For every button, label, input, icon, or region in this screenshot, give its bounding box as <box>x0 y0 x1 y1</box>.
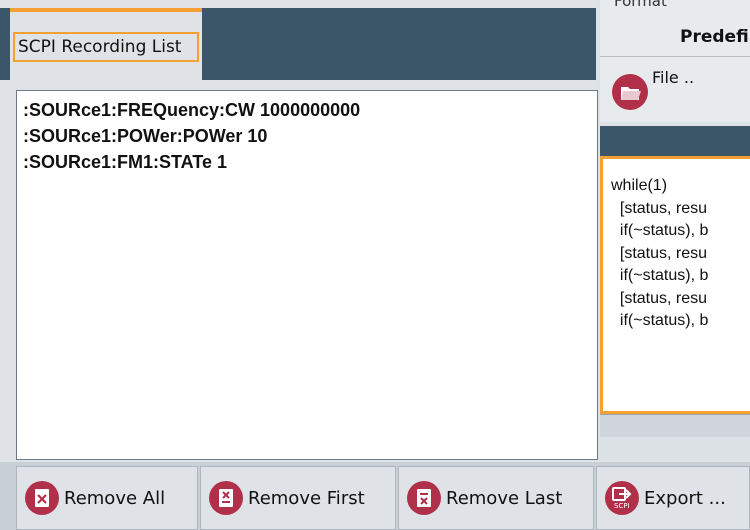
scpi-recording-list[interactable]: :SOURce1:FREQuency:CW 1000000000 :SOURce… <box>16 90 598 460</box>
remove-last-label: Remove Last <box>446 487 563 509</box>
code-preview: while(1) [status, resu if(~status), b [s… <box>600 156 750 414</box>
remove-all-icon <box>25 481 59 515</box>
format-select[interactable]: Predefi <box>680 27 749 47</box>
divider <box>600 56 750 57</box>
tab-label: SCPI Recording List <box>13 32 199 62</box>
remove-all-label: Remove All <box>64 487 166 509</box>
code-line: if(~status), b <box>611 312 709 329</box>
code-line: [status, resu <box>611 199 708 217</box>
export-button[interactable]: SCPI Export ... <box>596 466 750 530</box>
list-item[interactable]: :SOURce1:FM1:STATe 1 <box>23 149 591 175</box>
remove-first-button[interactable]: Remove First <box>200 466 396 530</box>
remove-last-button[interactable]: Remove Last <box>398 466 594 530</box>
code-header-bar <box>600 126 750 156</box>
svg-text:SCPI: SCPI <box>614 502 630 510</box>
export-scpi-icon: SCPI <box>605 481 639 515</box>
code-line: [status, resu <box>611 244 708 262</box>
remove-first-label: Remove First <box>248 487 365 509</box>
list-item[interactable]: :SOURce1:POWer:POWer 10 <box>23 123 591 149</box>
export-label: Export ... <box>644 487 726 509</box>
remove-all-button[interactable]: Remove All <box>16 466 198 530</box>
folder-icon[interactable] <box>612 74 648 110</box>
list-item[interactable]: :SOURce1:FREQuency:CW 1000000000 <box>23 97 591 123</box>
remove-first-icon <box>209 481 243 515</box>
code-line: while(1) <box>611 177 668 194</box>
horizontal-scrollbar[interactable] <box>600 414 750 437</box>
code-line: if(~status), b <box>611 222 709 239</box>
remove-last-icon <box>407 481 441 515</box>
code-line: if(~status), b <box>611 267 709 284</box>
file-button-label[interactable]: File .. <box>652 68 694 87</box>
format-label: Format <box>614 0 667 10</box>
code-line: [status, resu <box>611 289 708 307</box>
tab-scpi-recording-list[interactable]: SCPI Recording List <box>10 8 202 80</box>
